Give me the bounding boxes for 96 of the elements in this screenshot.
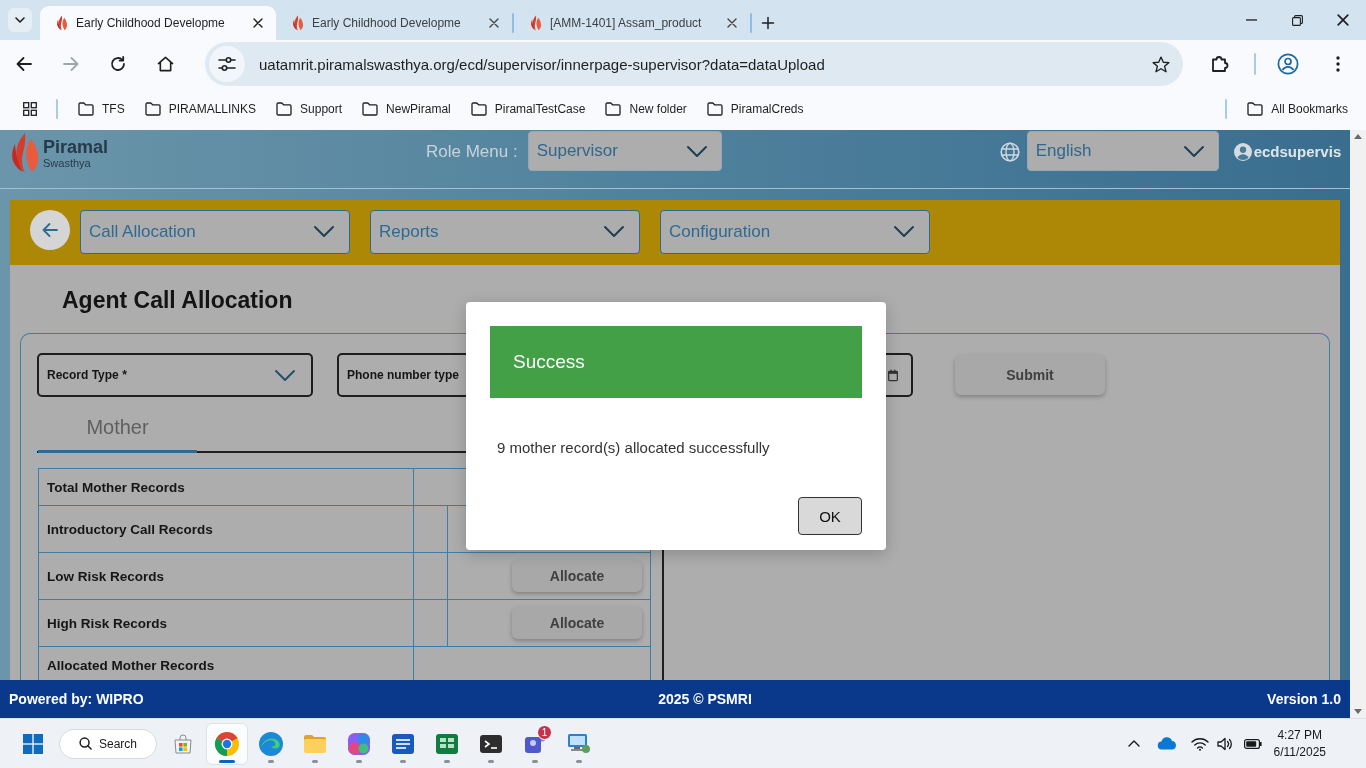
close-icon[interactable] [1337,14,1349,26]
scroll-up-icon[interactable] [1354,134,1362,139]
tune-icon [218,56,236,72]
chevron-down-icon [275,369,295,381]
terminal-icon [480,734,502,753]
search-icon [79,737,92,750]
folder-icon [362,102,379,116]
scrollbar[interactable] [1350,130,1366,718]
brand-subtitle: Swasthya [43,157,91,169]
version-text: Version 1.0 [1267,691,1341,707]
store-bag-icon [171,731,195,756]
arrow-left-icon [42,223,58,237]
brand-name: Piramal [43,137,109,156]
bookmark-folder[interactable]: TFS [78,102,125,116]
chevron-down-icon [686,145,707,157]
edge-icon [259,731,283,756]
user-name[interactable]: ecdsupervis [1253,142,1342,162]
folder-icon [1247,102,1264,116]
folder-icon [144,102,161,116]
chevron-down-icon [15,17,25,23]
taskbar-search[interactable]: Search [59,728,157,759]
new-tab-icon[interactable] [762,17,774,29]
tab-search-button[interactable] [8,8,32,32]
document-app-icon [392,733,414,754]
row-label: Low Risk Records [38,552,414,600]
bookmark-folder[interactable]: PIRAMALLINKS [144,102,257,116]
dialog-message: 9 mother record(s) allocated successfully [497,438,770,458]
browser-tab[interactable]: Early Childhood Developme [40,6,276,40]
flame-favicon-icon [56,15,68,31]
close-tab-icon[interactable] [489,18,499,28]
folder-icon [78,102,94,116]
profile-icon[interactable] [1277,53,1299,75]
browser-tab[interactable]: [AMM-1401] Assam_product [514,6,750,40]
reload-icon[interactable] [110,56,126,72]
restore-icon[interactable] [1291,14,1303,26]
user-avatar-icon [1233,143,1252,161]
row-label: High Risk Records [38,599,414,647]
home-icon[interactable] [157,56,174,72]
globe-icon[interactable] [999,142,1020,162]
folder-icon [706,102,723,116]
chevron-down-icon [314,226,334,237]
row-label: Introductory Call Records [38,505,414,553]
menu-icon[interactable] [1336,56,1340,72]
folder-icon [276,102,293,116]
record-type-select[interactable]: Record Type * [37,353,313,397]
taskbar-app-button[interactable]: 1 [515,723,555,764]
extension-puzzle-icon[interactable] [1210,54,1230,74]
all-bookmarks-button[interactable]: All Bookmarks [1247,102,1348,116]
notification-count: 1 [537,724,552,740]
chevron-down-icon [894,226,914,237]
clock-date[interactable]: 6/11/2025 [1273,743,1326,761]
folder-icon [303,733,327,754]
chrome-icon [215,731,239,756]
cloud-icon[interactable] [1156,737,1177,750]
battery-icon[interactable] [1243,738,1262,749]
monitor-icon [568,734,590,753]
windows-start-icon[interactable] [23,733,43,754]
bookmark-star-icon[interactable] [1152,55,1170,73]
bookmark-folder[interactable]: PiramalTestCase [470,102,586,116]
flame-logo-icon [10,132,40,174]
chevron-up-icon[interactable] [1127,740,1140,747]
chevron-down-icon [604,226,624,237]
flame-favicon-icon [292,15,304,31]
address-bar[interactable]: uatamrit.piramalswasthya.org/ecd/supervisor/innerpage-supervisor?data=dataUpload [205,42,1183,86]
volume-icon[interactable] [1216,736,1233,751]
apps-grid-icon[interactable] [23,102,37,116]
bookmark-folder[interactable]: New folder [605,102,687,116]
back-arrow-icon[interactable] [16,57,32,71]
calendar-icon [888,368,898,382]
office-app-icon [348,732,370,755]
copyright-text: 2025 © PSMRI [658,691,752,707]
folder-icon [605,102,622,116]
scroll-down-icon[interactable] [1354,709,1362,714]
chevron-down-icon [1183,145,1204,157]
bookmark-folder[interactable]: NewPiramal [362,102,451,116]
close-tab-icon[interactable] [727,18,737,28]
spreadsheet-app-icon [436,733,458,754]
close-tab-icon[interactable] [253,18,263,28]
success-banner: Success [490,326,862,398]
powered-by-text: Powered by: WIPRO [9,691,144,707]
wifi-icon[interactable] [1190,736,1209,751]
clock-time[interactable]: 4:27 PM [1277,726,1323,744]
ok-button[interactable]: OK [798,497,862,535]
minimize-icon[interactable] [1245,19,1257,21]
page-title: Agent Call Allocation [62,286,293,314]
site-info-button[interactable] [209,46,245,82]
flame-favicon-icon [530,15,542,31]
bookmark-folder[interactable]: PiramalCreds [706,102,804,116]
folder-icon [470,102,487,116]
back-button[interactable] [30,210,70,250]
bookmark-folder[interactable]: Support [276,102,343,116]
browser-tab[interactable]: Early Childhood Developme [276,6,512,40]
teams-icon [524,734,546,753]
taskbar-app-button[interactable] [207,723,247,764]
role-menu-label: Role Menu : [426,142,518,162]
row-label: Total Mother Records [38,468,414,506]
